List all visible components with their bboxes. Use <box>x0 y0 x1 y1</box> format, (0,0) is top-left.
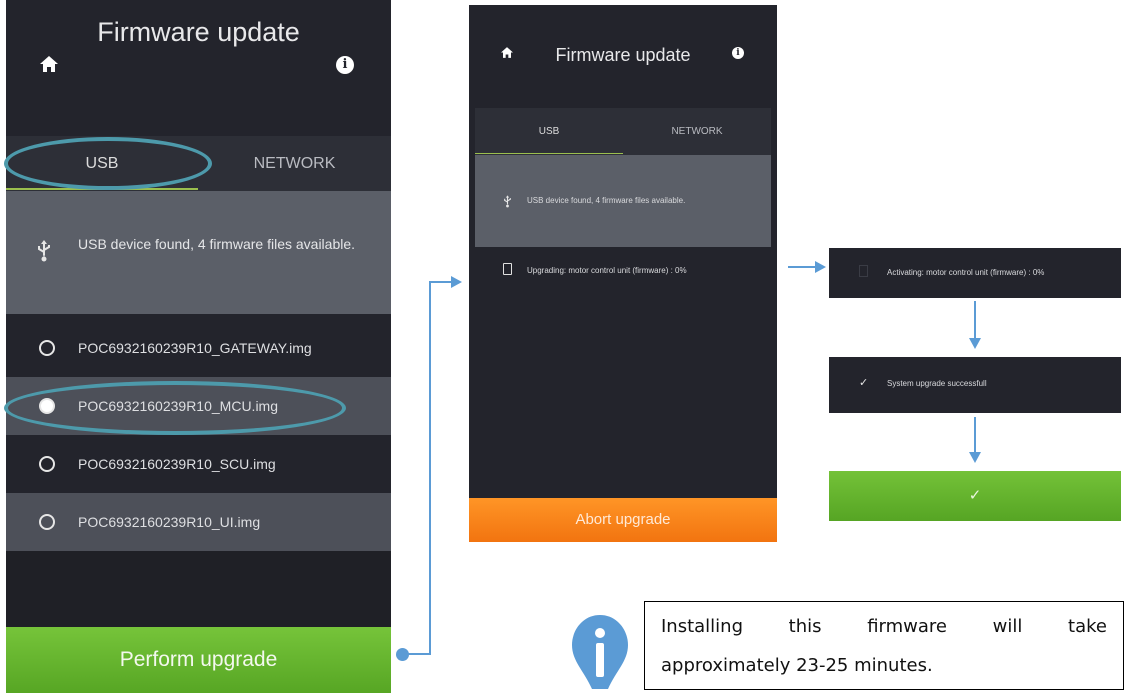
connector-line <box>429 281 451 283</box>
file-name: POC6932160239R10_UI.img <box>78 514 261 530</box>
info-icon <box>572 615 628 689</box>
arrow-right-icon <box>451 276 462 288</box>
note-line-2: approximately 23-25 minutes. <box>661 655 933 676</box>
success-status-card: ✓ System upgrade successfull <box>829 357 1121 413</box>
connector-line <box>788 266 816 268</box>
page-title: Firmware update <box>555 45 691 65</box>
radio-button[interactable] <box>39 340 55 356</box>
file-row[interactable]: POC6932160239R10_SCU.img <box>6 435 391 493</box>
selected-file-highlight <box>4 381 346 435</box>
radio-button[interactable] <box>39 514 55 530</box>
info-icon[interactable]: i <box>732 47 744 59</box>
usb-icon <box>38 240 50 262</box>
note-line-1: Installing this firmware will take <box>661 616 1107 637</box>
radio-button[interactable] <box>39 456 55 472</box>
info-icon[interactable]: i <box>336 56 354 74</box>
success-status-text: System upgrade successfull <box>887 379 987 388</box>
device-icon <box>503 263 512 275</box>
file-name: POC6932160239R10_SCU.img <box>78 456 276 472</box>
connector-line <box>429 281 431 655</box>
abort-upgrade-button[interactable]: Abort upgrade <box>469 498 777 542</box>
tab-usb[interactable]: USB <box>475 108 623 155</box>
activating-status-card: Activating: motor control unit (firmware… <box>829 248 1121 298</box>
file-name: POC6932160239R10_GATEWAY.img <box>78 340 312 356</box>
home-icon[interactable] <box>40 56 58 72</box>
tab-usb-underline <box>475 153 623 154</box>
firmware-update-screen-usb: Firmware update i USB NETWORK USB device… <box>6 0 391 693</box>
check-icon: ✓ <box>859 377 869 389</box>
arrow-right-icon <box>815 261 826 273</box>
file-row[interactable]: POC6932160239R10_UI.img <box>6 493 391 551</box>
connector-line <box>402 653 430 655</box>
tab-network[interactable]: NETWORK <box>623 108 771 155</box>
tab-bar: USB NETWORK <box>475 108 771 155</box>
upgrade-status-text: Upgrading: motor control unit (firmware)… <box>527 266 687 275</box>
arrow-down-icon <box>969 452 981 463</box>
perform-upgrade-button[interactable]: Perform upgrade <box>6 627 391 693</box>
tab-network[interactable]: NETWORK <box>198 136 391 191</box>
firmware-update-screen-progress: Firmware update i USB NETWORK USB device… <box>469 5 777 542</box>
activating-status-text: Activating: motor control unit (firmware… <box>887 268 1045 277</box>
success-confirm-bar[interactable]: ✓ <box>829 471 1121 521</box>
file-row[interactable]: POC6932160239R10_GATEWAY.img <box>6 319 391 377</box>
connector-line <box>974 417 976 453</box>
usb-icon <box>504 195 511 208</box>
usb-status-text: USB device found, 4 firmware files avail… <box>527 196 686 205</box>
usb-tab-highlight <box>4 137 212 190</box>
usb-status-text: USB device found, 4 firmware files avail… <box>78 236 356 252</box>
empty-list-area <box>6 551 391 627</box>
check-icon: ✓ <box>968 487 982 504</box>
install-duration-note: Installing this firmware will take appro… <box>644 601 1124 690</box>
device-icon <box>859 265 868 277</box>
arrow-down-icon <box>969 338 981 349</box>
page-title: Firmware update <box>97 17 300 47</box>
connector-line <box>974 301 976 339</box>
